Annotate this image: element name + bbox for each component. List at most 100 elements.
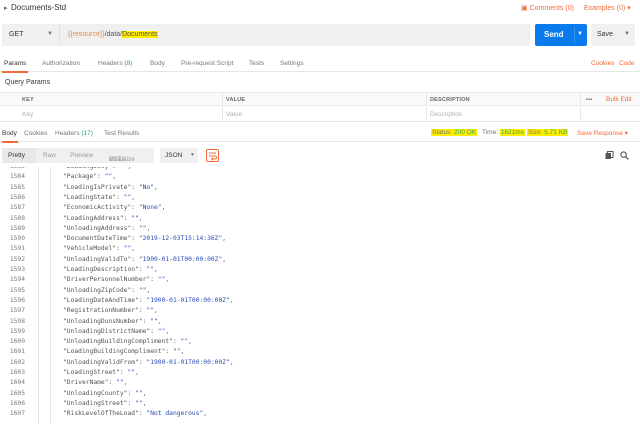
- code-link[interactable]: Code: [619, 60, 635, 67]
- tab-settings[interactable]: Settings: [280, 60, 304, 67]
- tab-test-results[interactable]: Test Results: [104, 130, 139, 137]
- code-line: "UnloadingDistrictName": "",: [63, 328, 169, 335]
- wrap-lines-button[interactable]: [206, 149, 219, 162]
- json-value: "Not dangerous": [146, 410, 204, 418]
- code-line: "DriverPersonnelNumber": "",: [63, 276, 169, 283]
- time-label: Time:: [482, 129, 499, 136]
- tab-response-body[interactable]: Body: [2, 130, 17, 137]
- tab-count: (8): [124, 60, 133, 67]
- code-line: "DriverName": "",: [63, 379, 127, 386]
- tab-body[interactable]: Body: [150, 60, 165, 67]
- tab-pre-request-script[interactable]: Pre-request Script: [181, 60, 233, 67]
- save-button[interactable]: Save ▼: [591, 24, 635, 46]
- param-key-input[interactable]: Key: [22, 111, 33, 118]
- chevron-down-icon[interactable]: ▼: [624, 31, 630, 37]
- view-pretty[interactable]: Pretty: [2, 148, 36, 163]
- code-line: "DocumentDateTime": "2019-12-03T15:14:36…: [63, 235, 226, 242]
- method-select[interactable]: GET ▼: [2, 24, 60, 46]
- view-visualize[interactable]: Visualize BETA: [104, 148, 154, 163]
- chevron-down-icon: ▼: [190, 152, 195, 158]
- copy-icon[interactable]: [605, 151, 614, 162]
- tab-response-cookies[interactable]: Cookies: [24, 130, 47, 137]
- column-divider: [426, 107, 427, 121]
- json-key: "UnloadingStreet": [63, 399, 128, 407]
- size-indicator[interactable]: Size: 5.71 KB: [527, 129, 569, 136]
- view-preview[interactable]: Preview: [64, 148, 104, 163]
- code-line: "VehicleModel": "",: [63, 245, 135, 252]
- tab-response-headers[interactable]: Headers (17): [55, 130, 93, 137]
- column-divider: [222, 107, 223, 121]
- view-raw[interactable]: Raw: [36, 148, 64, 163]
- response-toolbar: Pretty Raw Preview Visualize BETA JSON ▼: [0, 148, 640, 164]
- json-value: "": [116, 379, 124, 387]
- send-button[interactable]: Send ▼: [535, 24, 587, 46]
- code-line: "RiskLevelOfTheLoad": "Not dangerous",: [63, 410, 207, 417]
- tab-tests[interactable]: Tests: [249, 60, 264, 67]
- indent-guide: [38, 167, 39, 424]
- json-key: "DocumentDateTime": [63, 235, 132, 243]
- tab-authorization[interactable]: Authorization: [42, 60, 80, 67]
- url-input[interactable]: {{resource}}/data/Documents: [60, 24, 530, 46]
- json-key: "VehicleModel": [63, 245, 117, 253]
- param-value-input[interactable]: Value: [226, 111, 242, 118]
- line-number: 1597: [9, 307, 25, 315]
- comment-icon: ▣: [521, 5, 528, 12]
- response-body-editor[interactable]: 1583 1584 1585 1586 1587 1588 1589 1590 1591 1592…: [0, 167, 640, 424]
- json-comma: ,: [157, 317, 162, 325]
- code-line: "EconomicActivity": "None",: [63, 204, 165, 211]
- tab-params[interactable]: Params: [4, 60, 26, 67]
- json-key: "UnloadingValidTo": [63, 255, 132, 263]
- send-divider: [574, 27, 575, 43]
- line-number: 1607: [9, 410, 25, 418]
- size-label: Size:: [528, 129, 543, 136]
- view-preview-label: Preview: [70, 152, 94, 159]
- bulk-edit-link[interactable]: Bulk Edit: [606, 96, 632, 103]
- format-select[interactable]: JSON ▼: [160, 148, 198, 163]
- url-highlighted-segment: Documents: [122, 31, 158, 38]
- param-description-input[interactable]: Description: [430, 111, 463, 118]
- line-number: 1606: [9, 399, 25, 407]
- json-key: "Package": [63, 173, 98, 181]
- json-value: "1900-01-01T00:00:00Z": [138, 255, 223, 263]
- tab-label: Settings: [280, 60, 304, 67]
- json-comma: ,: [154, 183, 158, 191]
- json-value: "No": [138, 183, 155, 191]
- request-title[interactable]: Documents-Std: [11, 3, 66, 12]
- status-indicator[interactable]: Status: 200 OK: [431, 129, 478, 136]
- json-value: "": [135, 389, 143, 397]
- line-number: 1589: [9, 224, 25, 232]
- code-line: "UnloadingDunsNumber": "",: [63, 318, 162, 325]
- json-key: "LoadingIsPrivate": [63, 183, 132, 191]
- comments-link[interactable]: ▣ Comments (0): [521, 4, 574, 12]
- save-response-button[interactable]: Save Response ▾: [577, 129, 628, 137]
- line-number: 1592: [9, 255, 25, 263]
- active-tab-indicator: [2, 71, 28, 73]
- json-colon: :: [150, 276, 158, 284]
- request-bar: GET ▼ {{resource}}/data/Documents Send ▼…: [0, 24, 640, 46]
- json-colon: :: [172, 338, 181, 346]
- more-options-icon[interactable]: •••: [586, 97, 592, 103]
- search-icon[interactable]: [620, 151, 629, 162]
- indent-guide: [50, 167, 51, 424]
- json-comma: ,: [123, 379, 128, 387]
- time-indicator[interactable]: Time: 1621ms: [482, 129, 525, 136]
- json-value: "2019-12-03T15:14:36Z": [138, 235, 223, 243]
- column-header-description: DESCRIPTION: [430, 97, 470, 103]
- cookies-link[interactable]: Cookies: [591, 60, 614, 67]
- json-colon: :: [112, 167, 120, 170]
- json-comma: ,: [229, 296, 234, 304]
- json-value: "": [146, 266, 155, 273]
- line-number: 1590: [9, 235, 25, 243]
- examples-link[interactable]: Examples (0) ▾: [584, 4, 631, 12]
- chevron-down-icon[interactable]: ▼: [577, 31, 583, 37]
- line-number: 1599: [9, 327, 25, 335]
- line-number: 1585: [9, 183, 25, 191]
- line-number: 1604: [9, 379, 25, 387]
- collapse-caret-icon[interactable]: ▸: [4, 4, 8, 12]
- json-colon: :: [131, 224, 139, 232]
- code-line: "LoadingBuildingCompliment": "",: [63, 348, 184, 355]
- tab-label: Tests: [249, 60, 265, 67]
- line-number: 1596: [9, 296, 25, 304]
- line-number: 1602: [9, 358, 25, 366]
- tab-headers[interactable]: Headers (8): [98, 60, 132, 67]
